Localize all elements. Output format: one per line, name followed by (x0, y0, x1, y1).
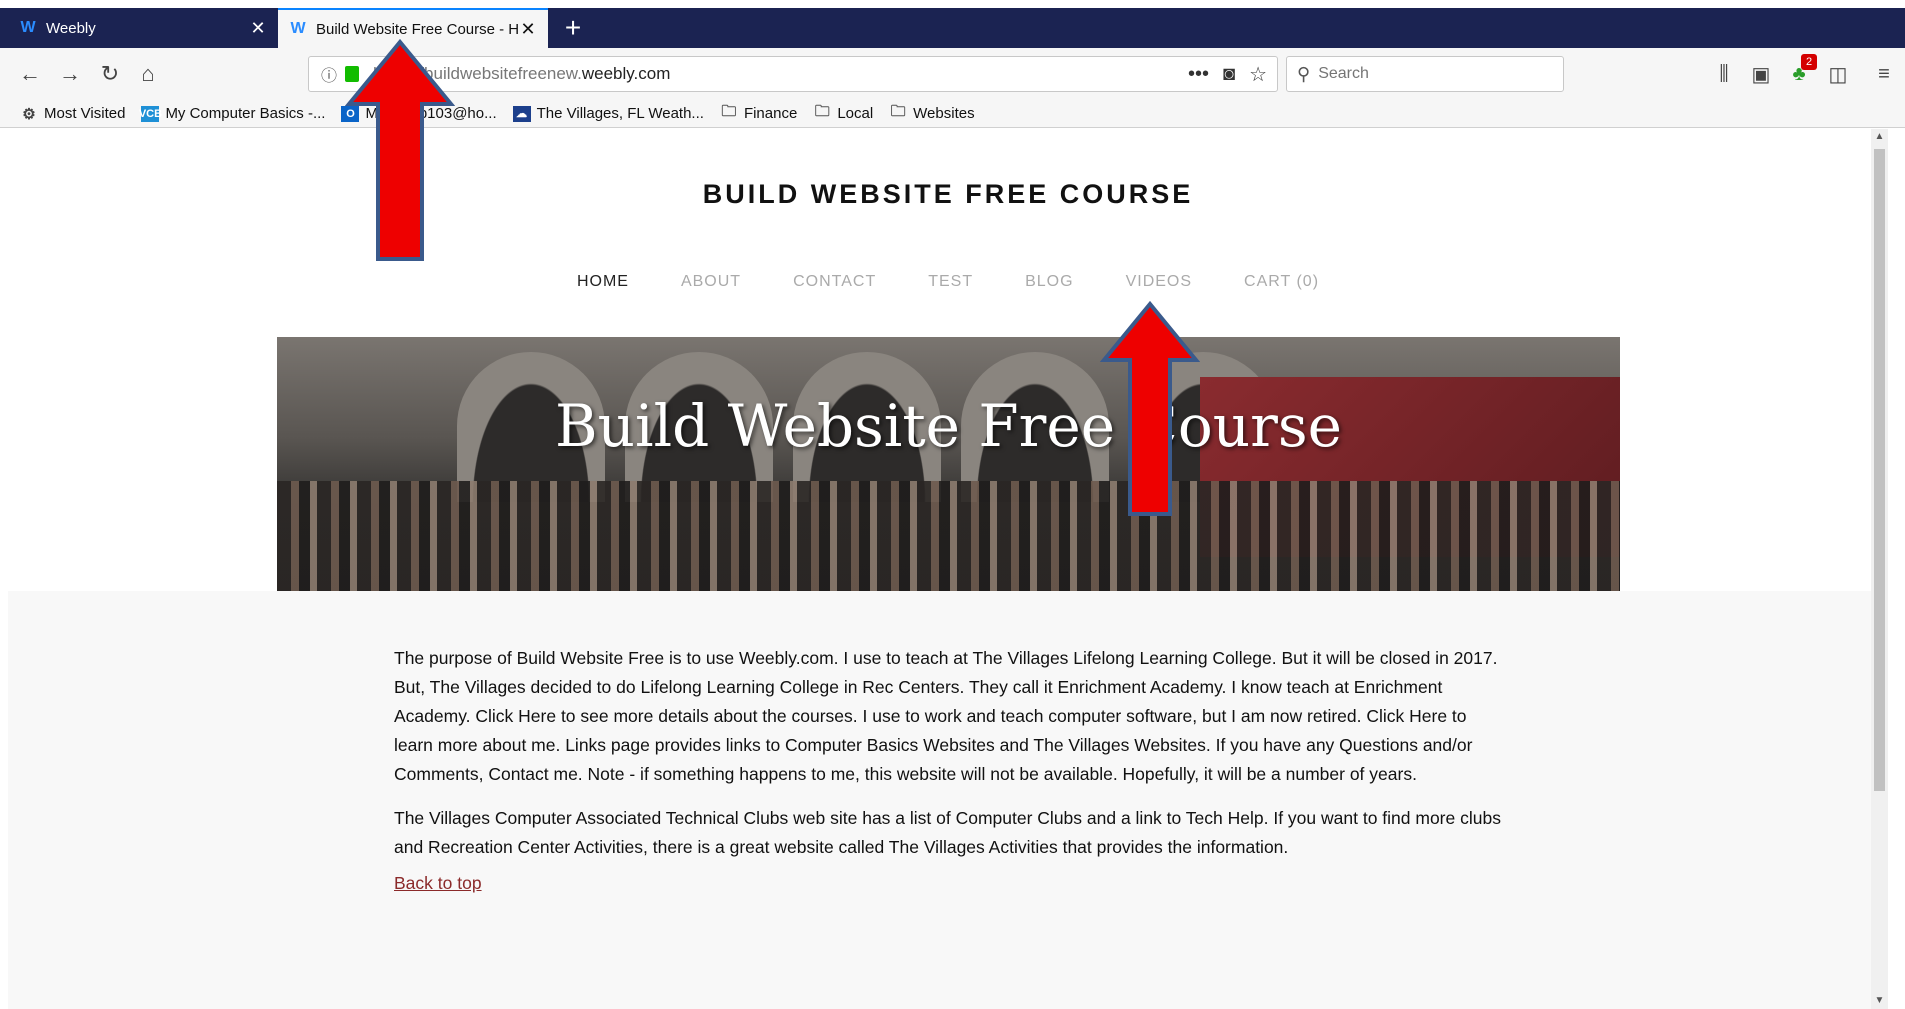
sidebar-icon[interactable]: ◫ (1824, 60, 1852, 88)
weather-icon: ☁ (512, 105, 531, 122)
pocket-icon[interactable]: ◙ (1223, 63, 1235, 86)
bookmark-label: My Computer Basics -... (165, 105, 326, 122)
reload-icon[interactable]: ↻ (94, 58, 126, 90)
back-icon[interactable]: ← (14, 58, 46, 90)
scrollbar-thumb[interactable] (1874, 149, 1885, 791)
nav-videos[interactable]: VIDEOS (1126, 273, 1192, 291)
tab-weebly[interactable]: W Weebly ✕ (8, 8, 278, 48)
forward-icon[interactable]: → (54, 58, 86, 90)
home-icon[interactable]: ⌂ (132, 58, 164, 90)
tab-title: Weebly (46, 19, 96, 37)
navigation-toolbar: ← → ↻ ⌂ ⓘ https://buildwebsitefreenew.we… (0, 48, 1905, 100)
tab-title: Build Website Free Course - Ho (316, 20, 518, 38)
bookmark-label: The Villages, FL Weath... (536, 105, 704, 122)
content-area: The purpose of Build Website Free is to … (8, 591, 1888, 1009)
new-tab-button[interactable]: + (553, 8, 593, 48)
banner-image: Build Website Free Course (277, 337, 1620, 591)
scroll-down-icon[interactable]: ▼ (1871, 993, 1888, 1009)
close-icon[interactable]: ✕ (248, 18, 268, 39)
bookmark-weather[interactable]: ☁ The Villages, FL Weath... (512, 105, 704, 122)
nav-home[interactable]: HOME (577, 273, 629, 291)
bookmark-most-visited[interactable]: ⚙ Most Visited (20, 105, 126, 123)
scroll-up-icon[interactable]: ▲ (1871, 129, 1888, 145)
annotation-arrow-up-tab (345, 38, 455, 261)
folder-icon: 🗀 (721, 103, 737, 120)
screen: W Weebly ✕ W Build Website Free Course -… (0, 0, 1905, 1009)
site-navigation: HOME ABOUT CONTACT TEST BLOG VIDEOS CART… (8, 273, 1888, 291)
bookmark-star-icon[interactable]: ☆ (1249, 62, 1267, 87)
intro-paragraph: The purpose of Build Website Free is to … (394, 648, 1498, 784)
banner-crowd (277, 481, 1620, 591)
menu-icon[interactable]: ≡ (1870, 60, 1898, 88)
close-icon[interactable]: ✕ (518, 19, 538, 40)
nav-blog[interactable]: BLOG (1025, 273, 1073, 291)
more-actions-icon[interactable]: ••• (1188, 63, 1209, 86)
annotation-arrow-up-videos (1100, 300, 1200, 516)
nav-contact[interactable]: CONTACT (793, 273, 876, 291)
bookmark-label: Most Visited (44, 105, 126, 122)
bookmark-folder-finance[interactable]: 🗀 Finance (720, 103, 798, 122)
nav-test[interactable]: TEST (928, 273, 973, 291)
clubs-paragraph: The Villages Computer Associated Technic… (394, 808, 1501, 857)
notification-badge: 2 (1801, 54, 1817, 70)
bookmark-label: Websites (913, 105, 975, 122)
bookmark-label: Local (837, 105, 874, 122)
bookmark-label: Finance (743, 105, 798, 122)
banner-title: Build Website Free Course (555, 392, 1342, 460)
bookmarks-toolbar: ⚙ Most Visited VCB My Computer Basics -.… (0, 100, 1905, 128)
page-scrollbar[interactable]: ▲ ▼ (1871, 129, 1888, 1009)
extension-icon[interactable]: ♣ 2 (1785, 54, 1817, 88)
library-icon[interactable]: ⫼ (1710, 60, 1738, 88)
web-page: BUILD WEBSITE FREE COURSE HOME ABOUT CON… (8, 129, 1888, 1009)
tab-strip: W Weebly ✕ W Build Website Free Course -… (0, 8, 1905, 48)
bookmark-computer-basics[interactable]: VCB My Computer Basics -... (138, 105, 326, 122)
bookmark-folder-local[interactable]: 🗀 Local (813, 103, 874, 122)
back-to-top-link[interactable]: Back to top (394, 873, 482, 894)
info-icon[interactable]: ⓘ (321, 62, 337, 86)
search-input[interactable] (1318, 65, 1539, 83)
nav-cart[interactable]: CART (0) (1244, 273, 1319, 291)
bookmark-folder-websites[interactable]: 🗀 Websites (889, 103, 975, 122)
nav-about[interactable]: ABOUT (681, 273, 741, 291)
search-bar[interactable]: ⚲ (1286, 56, 1564, 92)
folder-icon: 🗀 (890, 103, 906, 120)
folder-icon: 🗀 (814, 103, 830, 120)
gear-icon: ⚙ (22, 105, 36, 123)
weebly-icon: W (20, 19, 36, 36)
weebly-icon: W (290, 20, 306, 37)
lockbox-icon[interactable]: ▣ (1747, 60, 1775, 88)
vcb-icon: VCB (138, 105, 163, 122)
search-icon: ⚲ (1297, 63, 1311, 84)
site-title[interactable]: BUILD WEBSITE FREE COURSE (8, 179, 1888, 210)
